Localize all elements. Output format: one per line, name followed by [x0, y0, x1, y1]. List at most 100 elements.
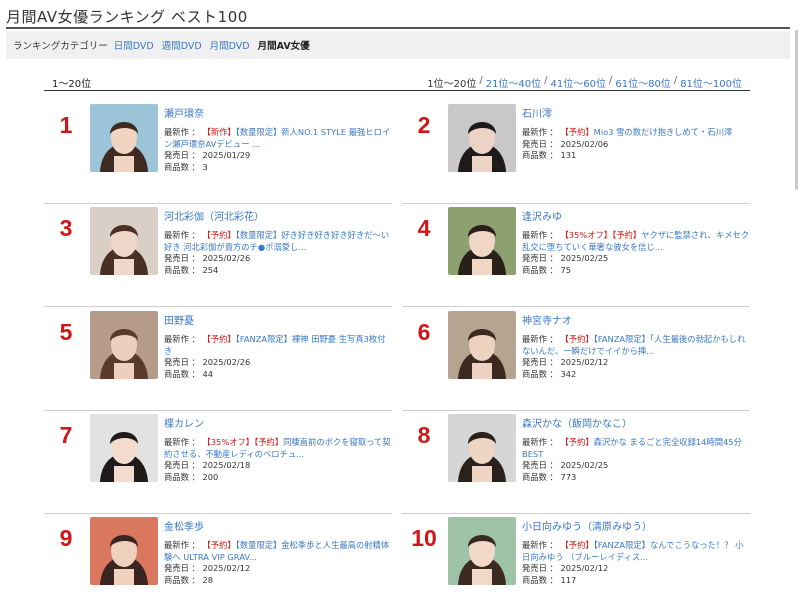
category-link-daily-dvd[interactable]: 日間DVD [114, 38, 154, 52]
page-title: 月間AV女優ランキング ベスト100 [6, 8, 248, 26]
actress-photo[interactable] [448, 311, 516, 379]
latest-label: 最新作 ： [164, 334, 200, 344]
ranking-card: 10 小日向みゆう（清原みゆう） 最新作 ： 【予約】【FANZA限定】なんでこうな… [402, 517, 750, 603]
count-label: 商品数 ： [164, 161, 200, 172]
release-line: 発売日 ： 2025/02/25 [522, 460, 750, 472]
release-line: 発売日 ： 2025/02/26 [164, 357, 392, 369]
actress-photo[interactable] [448, 207, 516, 275]
actress-name-link[interactable]: 瀬戸環奈 [164, 105, 204, 120]
count-label: 商品数 ： [522, 150, 558, 161]
actress-name-link[interactable]: 金松季歩 [164, 518, 204, 533]
category-bar: ランキングカテゴリー 日間DVD 週間DVD 月間DVD 月間AV女優 [6, 31, 790, 59]
actress-photo[interactable] [90, 517, 158, 585]
release-label: 発売日 ： [164, 253, 200, 264]
actress-meta: 最新作 ： 【35%オフ】【予約】同棲直前のボクを寝取って契約させる、不動産レデ… [164, 437, 392, 483]
card-divider [402, 203, 750, 204]
ranking-card: 2 石川澪最新作 ： 【予約】Mio3 雪の数だけ抱きしめて・石川澪発売日 ： 2… [402, 104, 750, 204]
product-count: 200 [202, 471, 219, 482]
release-label: 発売日 ： [522, 253, 558, 264]
count-label: 商品数 ： [164, 368, 200, 379]
category-link-monthly-dvd[interactable]: 月間DVD [210, 38, 250, 52]
release-label: 発売日 ： [164, 357, 200, 368]
product-count: 75 [560, 264, 572, 275]
count-line: 商品数 ： 3 [164, 162, 392, 174]
release-date: 2025/01/29 [202, 150, 251, 161]
rank-number: 9 [59, 525, 73, 551]
product-count: 342 [560, 368, 577, 379]
actress-meta: 最新作 ： 【予約】【数量限定】好き好き好き好き好きだ〜い好き 河北彩伽が貴方の… [164, 230, 392, 276]
release-date: 2025/02/18 [202, 460, 251, 471]
actress-photo[interactable] [90, 104, 158, 172]
latest-work-line: 最新作 ： 【予約】森沢かな まるごと完全収録14時間45分BEST [522, 437, 750, 460]
release-date: 2025/02/06 [560, 138, 609, 149]
actress-photo[interactable] [448, 517, 516, 585]
release-line: 発売日 ： 2025/02/18 [164, 460, 392, 472]
count-label: 商品数 ： [522, 368, 558, 379]
pager-link-61-80[interactable]: 61位〜80位 [615, 75, 670, 90]
pager-separator: / [544, 75, 548, 86]
title-divider [6, 27, 790, 29]
ranking-card: 5 田野憂 最新作 ： 【予約】【FANZA限定】裸神 田野憂 生写真3枚付き 発売日… [44, 311, 392, 411]
scrollbar[interactable] [795, 30, 798, 190]
latest-work-line: 最新作 ： 【予約】【FANZA限定】なんでこうなった！？ 小日向みゆう （ブル… [522, 540, 750, 563]
release-label: 発売日 ： [522, 460, 558, 471]
latest-label: 最新作 ： [164, 437, 200, 447]
rank-number: 4 [417, 215, 431, 241]
count-line: 商品数 ： 342 [522, 369, 750, 381]
ranking-card: 7 楪カレン 最新作 ： 【35%オフ】【予約】同棲直前のボクを寝取って契約させる、… [44, 414, 392, 514]
card-divider [44, 513, 392, 514]
actress-name-link[interactable]: 神宮寺ナオ [522, 312, 572, 327]
actress-meta: 最新作 ： 【予約】【FANZA限定】なんでこうなった！？ 小日向みゆう （ブル… [522, 540, 750, 586]
release-line: 発売日 ： 2025/02/12 [164, 563, 392, 575]
release-date: 2025/02/25 [560, 253, 609, 264]
actress-name-link[interactable]: 石川澪 [522, 105, 552, 120]
pager-link-81-100[interactable]: 81位〜100位 [680, 75, 742, 90]
card-divider [44, 410, 392, 411]
actress-name-link[interactable]: 楪カレン [164, 415, 204, 430]
rank-number: 1 [59, 112, 73, 138]
pager-separator: / [608, 75, 613, 86]
category-label: ランキングカテゴリー [13, 41, 108, 52]
release-date: 2025/02/12 [202, 563, 251, 574]
actress-name-link[interactable]: 森沢かな（飯岡かなこ） [522, 415, 632, 430]
actress-meta: 最新作 ： 【予約】森沢かな まるごと完全収録14時間45分BEST 発売日 ： … [522, 437, 750, 483]
pager-separator: / [673, 75, 678, 86]
product-count: 117 [560, 574, 577, 585]
card-divider [402, 306, 750, 307]
actress-photo[interactable] [448, 104, 516, 172]
actress-name-link[interactable]: 田野憂 [164, 312, 194, 327]
release-label: 発売日 ： [522, 138, 558, 149]
product-count: 131 [560, 150, 577, 161]
actress-name-link[interactable]: 河北彩伽（河北彩花） [164, 208, 264, 223]
range-divider [44, 90, 750, 91]
latest-work-line: 最新作 ： 【35%オフ】【予約】同棲直前のボクを寝取って契約させる、不動産レデ… [164, 437, 392, 460]
latest-tag: 【35%オフ】【予約】 [560, 230, 642, 240]
actress-photo[interactable] [448, 414, 516, 482]
release-label: 発売日 ： [164, 563, 200, 574]
latest-tag: 【予約】 [560, 127, 594, 137]
pager-link-21-40[interactable]: 21位〜40位 [486, 75, 541, 90]
count-line: 商品数 ： 75 [522, 265, 750, 277]
actress-photo[interactable] [90, 414, 158, 482]
category-current: 月間AV女優 [257, 41, 310, 52]
category-link-weekly-dvd[interactable]: 週間DVD [162, 38, 202, 52]
card-divider [402, 513, 750, 514]
product-count: 3 [202, 161, 208, 172]
product-count: 44 [202, 368, 214, 379]
rank-number: 8 [417, 422, 431, 448]
latest-label: 最新作 ： [522, 127, 558, 137]
release-date: 2025/02/26 [202, 357, 251, 368]
latest-work-link[interactable]: Mio3 雪の数だけ抱きしめて・石川澪 [594, 127, 733, 137]
rank-number: 10 [411, 525, 437, 551]
actress-name-link[interactable]: 逢沢みゆ [522, 208, 562, 223]
ranking-card: 4 逢沢みゆ 最新作 ： 【35%オフ】【予約】ヤクザに監禁され、キメセク乱交に堕ち… [402, 207, 750, 307]
rank-number: 2 [417, 112, 431, 138]
pager-link-41-60[interactable]: 41位〜60位 [551, 75, 606, 90]
actress-name-link[interactable]: 小日向みゆう（清原みゆう） [522, 518, 652, 533]
actress-meta: 最新作 ： 【予約】【FANZA限定】「人生最後の勃起かもしれないんだ、一瞬だけ… [522, 334, 750, 380]
actress-photo[interactable] [90, 311, 158, 379]
release-date: 2025/02/26 [202, 253, 251, 264]
actress-photo[interactable] [90, 207, 158, 275]
release-label: 発売日 ： [522, 357, 558, 368]
latest-work-line: 最新作 ： 【予約】【FANZA限定】「人生最後の勃起かもしれないんだ、一瞬だけ… [522, 334, 750, 357]
